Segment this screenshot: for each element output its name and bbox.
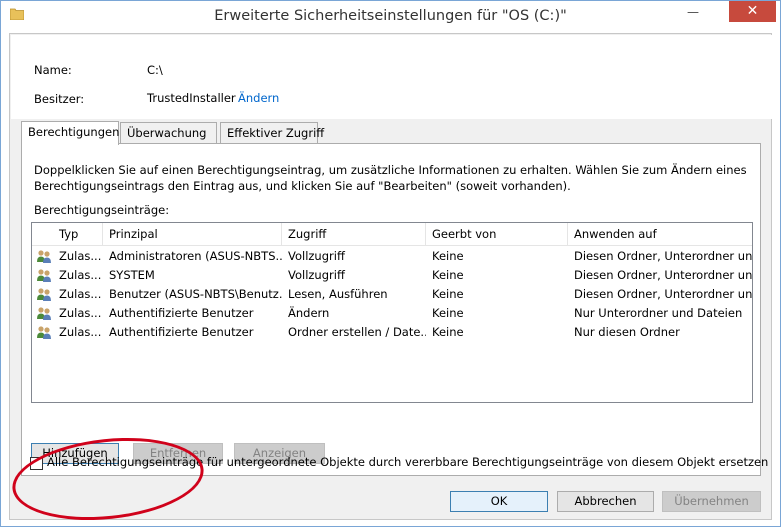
users-group-icon — [37, 307, 51, 320]
table-row[interactable]: Zulas... Authentifizierte Benutzer Änder… — [32, 304, 752, 323]
window-title: Erweiterte Sicherheitseinstellungen für … — [214, 8, 567, 24]
owner-value: TrustedInstaller — [147, 91, 236, 105]
list-header: Typ Prinzipal Zugriff Geerbt von Anwende… — [32, 223, 752, 246]
table-row[interactable]: Zulas... Authentifizierte Benutzer Ordne… — [32, 323, 752, 342]
cell-prinzipal: Benutzer (ASUS-NBTS\Benutz... — [109, 287, 282, 301]
replace-child-permissions-label[interactable]: Alle Berechtigungseinträge für untergeor… — [47, 455, 768, 469]
cell-zugriff: Vollzugriff — [288, 249, 345, 263]
security-dialog-window: Erweiterte Sicherheitseinstellungen für … — [0, 0, 781, 527]
tab-ueberwachung[interactable]: Überwachung — [120, 122, 217, 144]
cell-geerbt-von: Keine — [432, 306, 464, 320]
title-bar[interactable]: Erweiterte Sicherheitseinstellungen für … — [1, 1, 780, 33]
cell-typ: Zulas... — [59, 249, 102, 263]
users-group-icon — [37, 326, 51, 339]
tab-berechtigungen[interactable]: Berechtigungen — [21, 121, 119, 145]
tab-effektiver-zugriff[interactable]: Effektiver Zugriff — [220, 122, 324, 144]
permissions-info-text: Doppelklicken Sie auf einen Berechtigung… — [34, 163, 747, 193]
cell-typ: Zulas... — [59, 287, 102, 301]
cell-anwenden-auf: Diesen Ordner, Unterordner un... — [574, 268, 752, 282]
cell-zugriff: Lesen, Ausführen — [288, 287, 388, 301]
cell-prinzipal: SYSTEM — [109, 268, 155, 282]
name-label: Name: — [34, 63, 72, 77]
cell-zugriff: Ändern — [288, 306, 330, 320]
permission-entries-label: Berechtigungseinträge: — [34, 203, 170, 217]
cancel-button[interactable]: Abbrechen — [557, 491, 654, 512]
cell-anwenden-auf: Nur Unterordner und Dateien — [574, 306, 743, 320]
object-info-area: Name: C:\ Besitzer: TrustedInstaller Änd… — [11, 35, 772, 119]
cell-anwenden-auf: Nur diesen Ordner — [574, 325, 680, 339]
dialog-client-area: Name: C:\ Besitzer: TrustedInstaller Änd… — [9, 33, 772, 520]
column-header-anwenden-auf[interactable]: Anwenden auf — [568, 223, 752, 245]
permissions-tab-panel: Doppelklicken Sie auf einen Berechtigung… — [21, 143, 761, 476]
cell-geerbt-von: Keine — [432, 287, 464, 301]
cell-geerbt-von: Keine — [432, 268, 464, 282]
cell-prinzipal: Authentifizierte Benutzer — [109, 306, 254, 320]
cell-typ: Zulas... — [59, 325, 102, 339]
table-row[interactable]: Zulas... Administratoren (ASUS-NBTS... V… — [32, 247, 752, 266]
users-group-icon — [37, 269, 51, 282]
name-value: C:\ — [147, 63, 163, 77]
close-button[interactable]: ✕ — [729, 1, 776, 22]
minimize-button[interactable]: — — [679, 1, 707, 23]
cell-geerbt-von: Keine — [432, 325, 464, 339]
column-header-zugriff[interactable]: Zugriff — [282, 223, 426, 245]
column-header-geerbt-von[interactable]: Geerbt von — [426, 223, 568, 245]
cell-zugriff: Ordner erstellen / Date... — [288, 325, 426, 339]
owner-label: Besitzer: — [34, 92, 85, 106]
cell-prinzipal: Administratoren (ASUS-NBTS... — [109, 249, 282, 263]
permission-entries-list[interactable]: Typ Prinzipal Zugriff Geerbt von Anwende… — [31, 222, 753, 403]
table-row[interactable]: Zulas... SYSTEM Vollzugriff Keine Diesen… — [32, 266, 752, 285]
apply-button[interactable]: Übernehmen — [662, 491, 761, 512]
replace-child-permissions-checkbox[interactable] — [30, 457, 43, 470]
column-header-prinzipal[interactable]: Prinzipal — [103, 223, 282, 245]
users-group-icon — [37, 288, 51, 301]
cell-prinzipal: Authentifizierte Benutzer — [109, 325, 254, 339]
change-owner-link[interactable]: Ändern — [238, 91, 279, 105]
cell-typ: Zulas... — [59, 268, 102, 282]
ok-button[interactable]: OK — [450, 491, 548, 512]
table-row[interactable]: Zulas... Benutzer (ASUS-NBTS\Benutz... L… — [32, 285, 752, 304]
column-header-typ[interactable]: Typ — [53, 223, 103, 245]
cell-typ: Zulas... — [59, 306, 102, 320]
cell-anwenden-auf: Diesen Ordner, Unterordner un... — [574, 287, 752, 301]
cell-zugriff: Vollzugriff — [288, 268, 345, 282]
cell-anwenden-auf: Diesen Ordner, Unterordner un... — [574, 249, 752, 263]
users-group-icon — [37, 250, 51, 263]
cell-geerbt-von: Keine — [432, 249, 464, 263]
